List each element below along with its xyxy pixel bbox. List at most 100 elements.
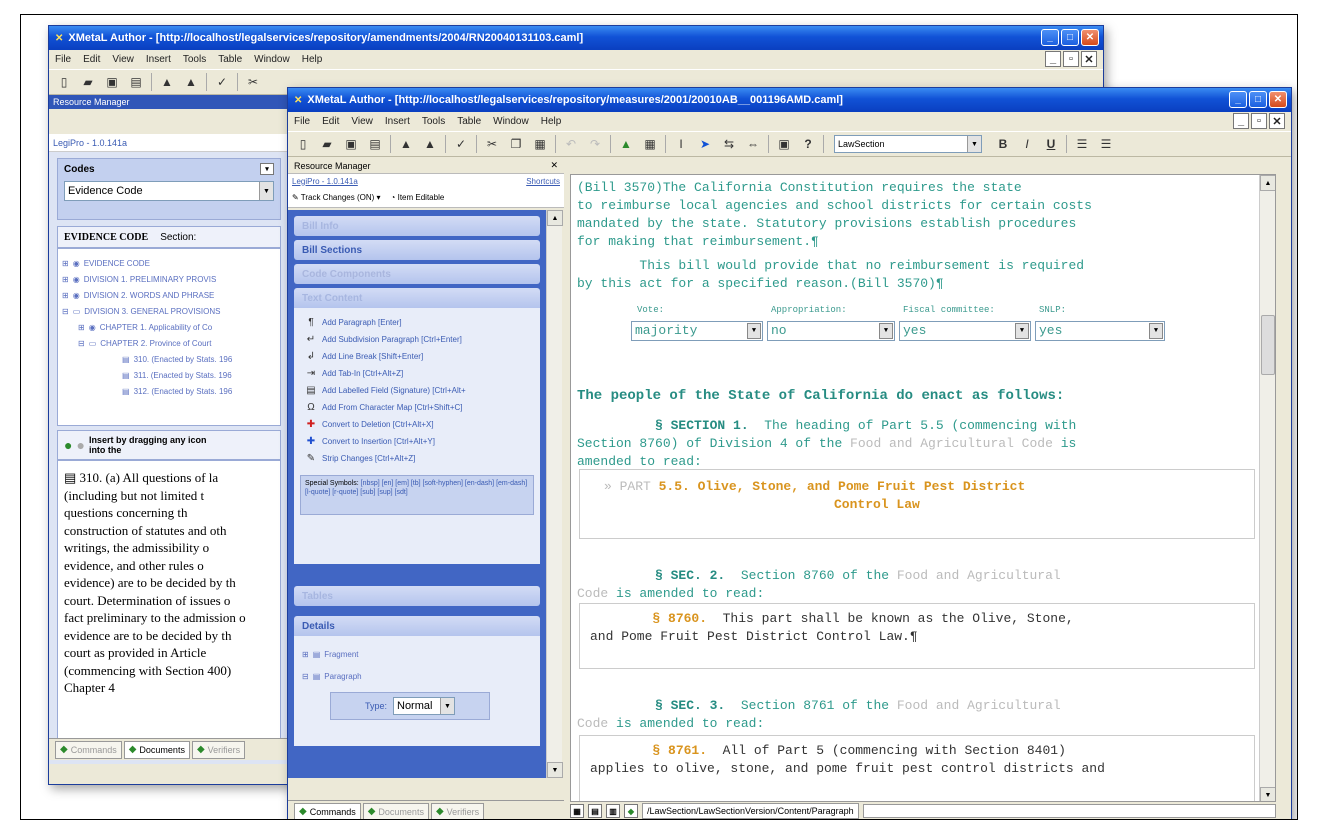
tab-commands[interactable]: ◆ Commands: [55, 740, 122, 759]
doc-close-button[interactable]: ✕: [1269, 113, 1285, 129]
cut-icon[interactable]: ✂: [244, 73, 262, 91]
maximize-button[interactable]: □: [1249, 91, 1267, 108]
spellcheck-icon[interactable]: ✓: [452, 135, 470, 153]
tab-commands[interactable]: ◆ Commands: [294, 802, 361, 819]
tree-item[interactable]: ⊟ ▭ CHAPTER 2. Province of Court: [62, 335, 276, 351]
add-labelled-field-item[interactable]: ▤ Add Labelled Field (Signature) [Ctrl+Al…: [294, 382, 540, 399]
minimize-button[interactable]: _: [1041, 29, 1059, 46]
scroll-up-icon[interactable]: ▲: [547, 210, 563, 226]
legipro-link[interactable]: LegiPro - 1.0.141a: [292, 177, 358, 186]
document-editor[interactable]: (Bill 3570)The California Constitution r…: [570, 174, 1276, 802]
appropriation-select[interactable]: no ▼: [767, 321, 895, 341]
menu-window[interactable]: Window: [254, 54, 290, 65]
open-icon[interactable]: ▰: [79, 73, 97, 91]
details-header[interactable]: Details: [294, 616, 540, 636]
open-icon[interactable]: ▰: [318, 135, 336, 153]
doc-minimize-button[interactable]: _: [1233, 113, 1249, 129]
tab-documents[interactable]: ◆ Documents: [123, 740, 190, 759]
details-paragraph-item[interactable]: ⊟ ▤ Paragraph: [302, 668, 532, 684]
tags-on-icon[interactable]: ➤: [696, 135, 714, 153]
menu-window[interactable]: Window: [493, 116, 529, 127]
save-icon[interactable]: ▣: [103, 73, 121, 91]
bill-info-header[interactable]: Bill Info: [294, 216, 540, 236]
redo-icon[interactable]: ↷: [586, 135, 604, 153]
normal-view-icon[interactable]: ▦: [570, 804, 584, 818]
add-paragraph-item[interactable]: ¶ Add Paragraph [Enter]: [294, 314, 540, 331]
new-icon[interactable]: ▯: [294, 135, 312, 153]
doc-minimize-button[interactable]: _: [1045, 51, 1061, 67]
replace-icon[interactable]: ▲: [421, 135, 439, 153]
slmp-select[interactable]: yes ▼: [1035, 321, 1165, 341]
doc-close-button[interactable]: ✕: [1081, 51, 1097, 67]
menu-tools[interactable]: Tools: [183, 54, 206, 65]
codes-select[interactable]: Evidence Code ▼: [64, 181, 274, 201]
image-icon[interactable]: ▲: [617, 135, 635, 153]
convert-to-deletion-item[interactable]: ✚ Convert to Deletion [Ctrl+Alt+X]: [294, 416, 540, 433]
stop-icon[interactable]: ●: [76, 437, 84, 453]
details-fragment-item[interactable]: ⊞ ▤ Fragment: [302, 646, 532, 662]
shortcuts-link[interactable]: Shortcuts: [526, 177, 560, 186]
back-legipro-link[interactable]: LegiPro - 1.0.141a: [49, 134, 289, 152]
track-icon[interactable]: ⇆: [720, 135, 738, 153]
menu-help[interactable]: Help: [541, 116, 562, 127]
doc-restore-button[interactable]: ▫: [1063, 51, 1079, 67]
document-scrollbar[interactable]: ▲ ▼: [1259, 175, 1275, 801]
codes-collapse-button[interactable]: ▾: [260, 163, 274, 175]
close-button[interactable]: ✕: [1269, 91, 1287, 108]
numbered-list-icon[interactable]: ☰: [1073, 135, 1091, 153]
element-style-select[interactable]: LawSection ▼: [834, 135, 982, 153]
bulleted-list-icon[interactable]: ☰: [1097, 135, 1115, 153]
scroll-down-icon[interactable]: ▼: [1260, 787, 1275, 801]
plain-view-icon[interactable]: ▥: [606, 804, 620, 818]
menu-edit[interactable]: Edit: [83, 54, 100, 65]
replace-icon[interactable]: ▲: [182, 73, 200, 91]
menu-view[interactable]: View: [351, 116, 373, 127]
close-button[interactable]: ✕: [1081, 29, 1099, 46]
table-icon[interactable]: ▦: [641, 135, 659, 153]
link-icon[interactable]: ⇔: [744, 135, 762, 153]
tree-item[interactable]: ▤ 310. (Enacted by Stats. 196: [62, 351, 276, 367]
menu-file[interactable]: File: [55, 54, 71, 65]
strip-changes-item[interactable]: ✎ Strip Changes [Ctrl+Alt+Z]: [294, 450, 540, 467]
tab-verifiers[interactable]: ◆ Verifiers: [191, 740, 246, 759]
item-editable-button[interactable]: ◔ Item Editable: [391, 193, 445, 202]
italic-icon[interactable]: I: [1018, 135, 1036, 153]
undo-icon[interactable]: ↶: [562, 135, 580, 153]
add-character-map-item[interactable]: Ω Add From Character Map [Ctrl+Shift+C]: [294, 399, 540, 416]
scroll-up-icon[interactable]: ▲: [1260, 175, 1275, 191]
find-icon[interactable]: ▲: [158, 73, 176, 91]
copy-icon[interactable]: ❐: [507, 135, 525, 153]
save-icon[interactable]: ▣: [342, 135, 360, 153]
tables-header[interactable]: Tables: [294, 586, 540, 606]
new-icon[interactable]: ▯: [55, 73, 73, 91]
close-icon[interactable]: ✕: [550, 160, 558, 171]
menu-edit[interactable]: Edit: [322, 116, 339, 127]
tree-item[interactable]: ⊞ ◉ EVIDENCE CODE: [62, 255, 276, 271]
menu-tools[interactable]: Tools: [422, 116, 445, 127]
minimize-button[interactable]: _: [1229, 91, 1247, 108]
bill-sections-header[interactable]: Bill Sections: [294, 240, 540, 260]
print-icon[interactable]: ▤: [366, 135, 384, 153]
help-icon[interactable]: ?: [799, 135, 817, 153]
bold-icon[interactable]: B: [994, 135, 1012, 153]
document-scroll-thumb[interactable]: [1261, 315, 1275, 375]
find-icon[interactable]: ▲: [397, 135, 415, 153]
add-line-break-item[interactable]: ↲ Add Line Break [Shift+Enter]: [294, 348, 540, 365]
doc-restore-button[interactable]: ▫: [1251, 113, 1267, 129]
tree-item[interactable]: ⊟ ▭ DIVISION 3. GENERAL PROVISIONS: [62, 303, 276, 319]
menu-insert[interactable]: Insert: [146, 54, 171, 65]
paste-icon[interactable]: ▦: [531, 135, 549, 153]
type-select[interactable]: Normal ▼: [393, 697, 455, 715]
print-icon[interactable]: ▤: [127, 73, 145, 91]
menu-view[interactable]: View: [112, 54, 134, 65]
text-content-header[interactable]: Text Content: [294, 288, 540, 308]
tree-item[interactable]: ⊞ ◉ CHAPTER 1. Applicability of Co: [62, 319, 276, 335]
code-components-header[interactable]: Code Components: [294, 264, 540, 284]
resource-scrollbar[interactable]: ▲ ▼: [546, 210, 563, 778]
cursor-icon[interactable]: I: [672, 135, 690, 153]
menu-file[interactable]: File: [294, 116, 310, 127]
front-title-bar[interactable]: ✕ XMetaL Author - [http://localhost/lega…: [288, 88, 1291, 112]
convert-to-insertion-item[interactable]: ✚ Convert to Insertion [Ctrl+Alt+Y]: [294, 433, 540, 450]
menu-table[interactable]: Table: [457, 116, 481, 127]
back-title-bar[interactable]: ✕ XMetaL Author - [http://localhost/lega…: [49, 26, 1103, 50]
